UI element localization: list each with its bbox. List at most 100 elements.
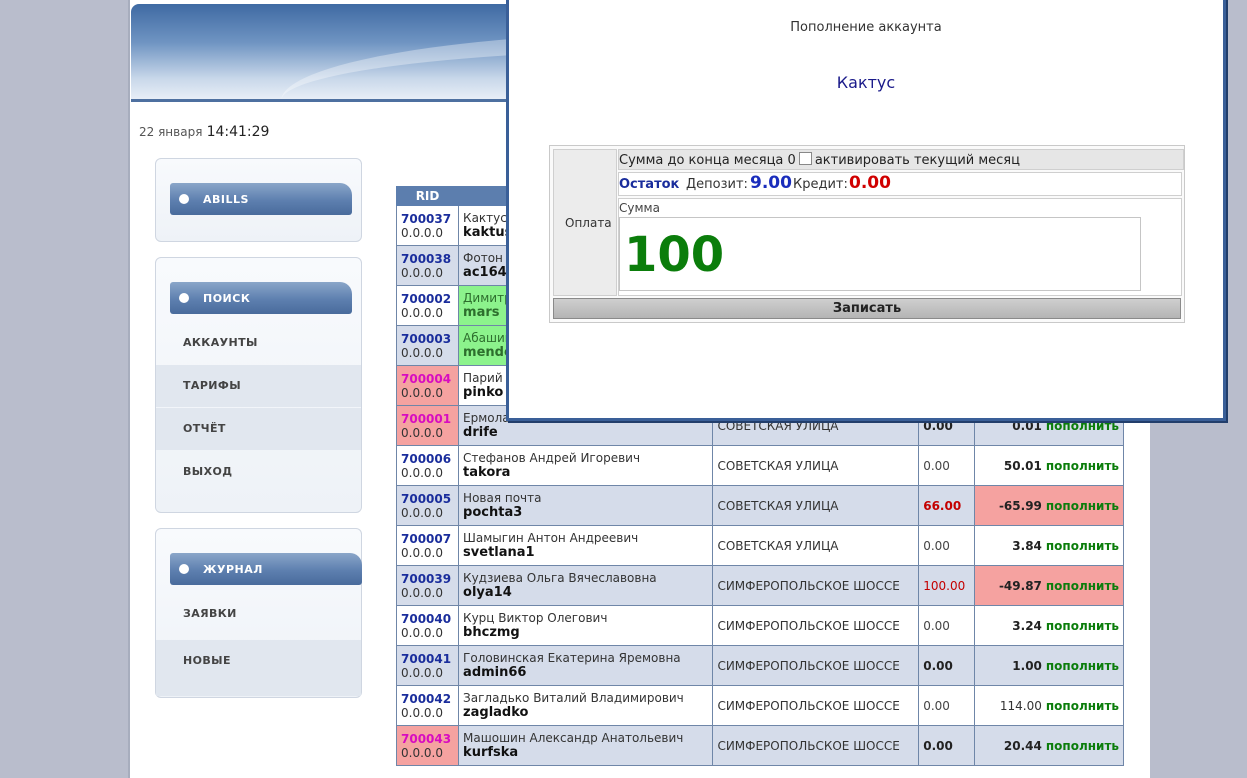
search-menu-header[interactable]: ПОИСК — [170, 282, 352, 314]
refill-link[interactable]: пополнить — [1046, 739, 1119, 753]
sum-row: Сумма 100 — [618, 198, 1182, 296]
user-sum: 0.00 — [923, 698, 950, 713]
balance-row: Остаток Депозит: 9.00 Кредит: 0.00 — [618, 172, 1182, 196]
table-row: 700040 0.0.0.0 Курц Виктор Олегович bhczmg… — [395, 605, 1124, 646]
user-fullname: Головинская Екатерина Яремовна — [463, 651, 681, 665]
user-deposit: 3.24 — [1012, 618, 1042, 633]
user-sum: 0.00 — [923, 618, 950, 633]
rid-link[interactable]: 700039 — [401, 572, 454, 586]
balance-link[interactable]: Остаток — [619, 177, 679, 192]
current-date: 22 января — [139, 125, 203, 139]
current-time: 14:41:29 — [206, 124, 270, 140]
table-row: 700007 0.0.0.0 Шамыгин Антон Андреевич sve… — [395, 525, 1124, 566]
abills-menu-header[interactable]: ABILLS — [170, 183, 352, 215]
rid-link[interactable]: 700003 — [401, 332, 454, 346]
refill-link[interactable]: пополнить — [1046, 499, 1119, 513]
month-sum-text: Сумма до конца месяца 0 — [619, 153, 796, 168]
menu-item-accounts[interactable]: АККАУНТЫ — [156, 322, 361, 364]
ip-address: 0.0.0.0 — [401, 345, 443, 360]
rid-link[interactable]: 700002 — [401, 292, 454, 306]
deposit-value: 9.00 — [750, 173, 792, 193]
ip-address: 0.0.0.0 — [401, 625, 443, 640]
user-login: admin66 — [463, 665, 527, 680]
user-fullname: Новая почта — [463, 491, 542, 505]
journal-menu-header[interactable]: ЖУРНАЛ — [170, 553, 362, 585]
user-login: kurfska — [463, 745, 519, 760]
activate-month-label[interactable]: активировать текущий месяц — [815, 153, 1020, 168]
user-deposit: 1.00 — [1012, 658, 1042, 673]
menu-item-tariffs[interactable]: ТАРИФЫ — [156, 365, 361, 407]
user-fullname: Машошин Александр Анатольевич — [463, 731, 684, 745]
rid-link[interactable]: 700040 — [401, 612, 454, 626]
rid-link[interactable]: 700001 — [401, 412, 454, 426]
refill-link[interactable]: пополнить — [1046, 619, 1119, 633]
ip-address: 0.0.0.0 — [401, 385, 443, 400]
rid-link[interactable]: 700005 — [401, 492, 454, 506]
user-address: СОВЕТСКАЯ УЛИЦА — [717, 538, 839, 553]
payment-label-cell: Оплата — [553, 149, 617, 296]
user-login: svetlana1 — [463, 545, 535, 560]
rid-link[interactable]: 700037 — [401, 212, 454, 226]
user-deposit: 114.00 — [999, 698, 1042, 713]
ip-address: 0.0.0.0 — [401, 545, 443, 560]
sum-input[interactable]: 100 — [619, 217, 1141, 291]
user-sum: 0.00 — [923, 738, 953, 753]
abills-label: ABILLS — [203, 193, 249, 206]
activate-month-checkbox[interactable] — [798, 152, 812, 165]
user-login: olya14 — [463, 585, 512, 600]
refill-link[interactable]: пополнить — [1046, 539, 1119, 553]
user-address: СОВЕТСКАЯ УЛИЦА — [717, 458, 839, 473]
modal-title: Пополнение аккаунта — [790, 20, 942, 35]
ip-address: 0.0.0.0 — [401, 265, 443, 280]
user-address: СИМФЕРОПОЛЬСКОЕ ШОССЕ — [717, 658, 900, 673]
user-deposit: -65.99 — [998, 498, 1042, 513]
rid-link[interactable]: 700007 — [401, 532, 454, 546]
credit-value: 0.00 — [849, 173, 891, 193]
user-deposit: 50.01 — [1003, 458, 1042, 473]
bullet-icon — [179, 564, 189, 574]
user-fullname: Стефанов Андрей Игоревич — [463, 451, 641, 465]
deposit-label: Депозит: — [686, 177, 748, 192]
topup-modal: Пополнение аккаунта Кактус Оплата Сумма … — [506, 0, 1226, 421]
user-login: takora — [463, 465, 511, 480]
user-fullname: Загладько Виталий Владимирович — [463, 691, 684, 705]
user-login: bhczmg — [463, 625, 520, 640]
journal-label: ЖУРНАЛ — [203, 563, 263, 576]
menu-item-new[interactable]: НОВЫЕ — [156, 640, 361, 696]
save-button[interactable]: Записать — [553, 298, 1181, 319]
user-sum: 66.00 — [923, 498, 962, 513]
user-login: drife — [463, 425, 498, 440]
user-deposit: 20.44 — [1003, 738, 1042, 753]
rid-link[interactable]: 700042 — [401, 692, 454, 706]
refill-link[interactable]: пополнить — [1046, 579, 1119, 593]
column-header-rid[interactable]: RID — [395, 186, 460, 206]
rid-link[interactable]: 700004 — [401, 372, 454, 386]
rid-link[interactable]: 700043 — [401, 732, 454, 746]
payment-form: Оплата Сумма до конца месяца 0 активирова… — [549, 145, 1185, 323]
bullet-icon — [179, 194, 189, 204]
refill-link[interactable]: пополнить — [1046, 699, 1119, 713]
user-fullname: Курц Виктор Олегович — [463, 611, 608, 625]
user-address: СИМФЕРОПОЛЬСКОЕ ШОССЕ — [717, 618, 900, 633]
menu-item-report[interactable]: ОТЧЁТ — [156, 408, 361, 450]
bullet-icon — [179, 293, 189, 303]
rid-link[interactable]: 700038 — [401, 252, 454, 266]
rid-link[interactable]: 700006 — [401, 452, 454, 466]
rid-link[interactable]: 700041 — [401, 652, 454, 666]
refill-link[interactable]: пополнить — [1046, 459, 1119, 473]
menu-item-exit[interactable]: ВЫХОД — [156, 451, 361, 493]
user-login: zagladko — [463, 705, 529, 720]
user-address: СИМФЕРОПОЛЬСКОЕ ШОССЕ — [717, 578, 900, 593]
user-sum: 100.00 — [923, 578, 966, 593]
refill-link[interactable]: пополнить — [1046, 659, 1119, 673]
table-row: 700039 0.0.0.0 Кудзиева Ольга Вячеславовн… — [395, 565, 1124, 606]
abills-panel: ABILLS — [155, 158, 362, 242]
sum-label: Сумма — [619, 201, 660, 215]
table-row: 700042 0.0.0.0 Загладько Виталий Владимир… — [395, 685, 1124, 726]
menu-item-requests[interactable]: ЗАЯВКИ — [156, 593, 361, 635]
sum-input-value: 100 — [624, 227, 725, 283]
ip-address: 0.0.0.0 — [401, 425, 443, 440]
user-fullname: Шамыгин Антон Андреевич — [463, 531, 639, 545]
journal-panel: ЖУРНАЛ ЗАЯВКИ НОВЫЕ — [155, 528, 362, 698]
user-sum: 0.00 — [923, 538, 950, 553]
